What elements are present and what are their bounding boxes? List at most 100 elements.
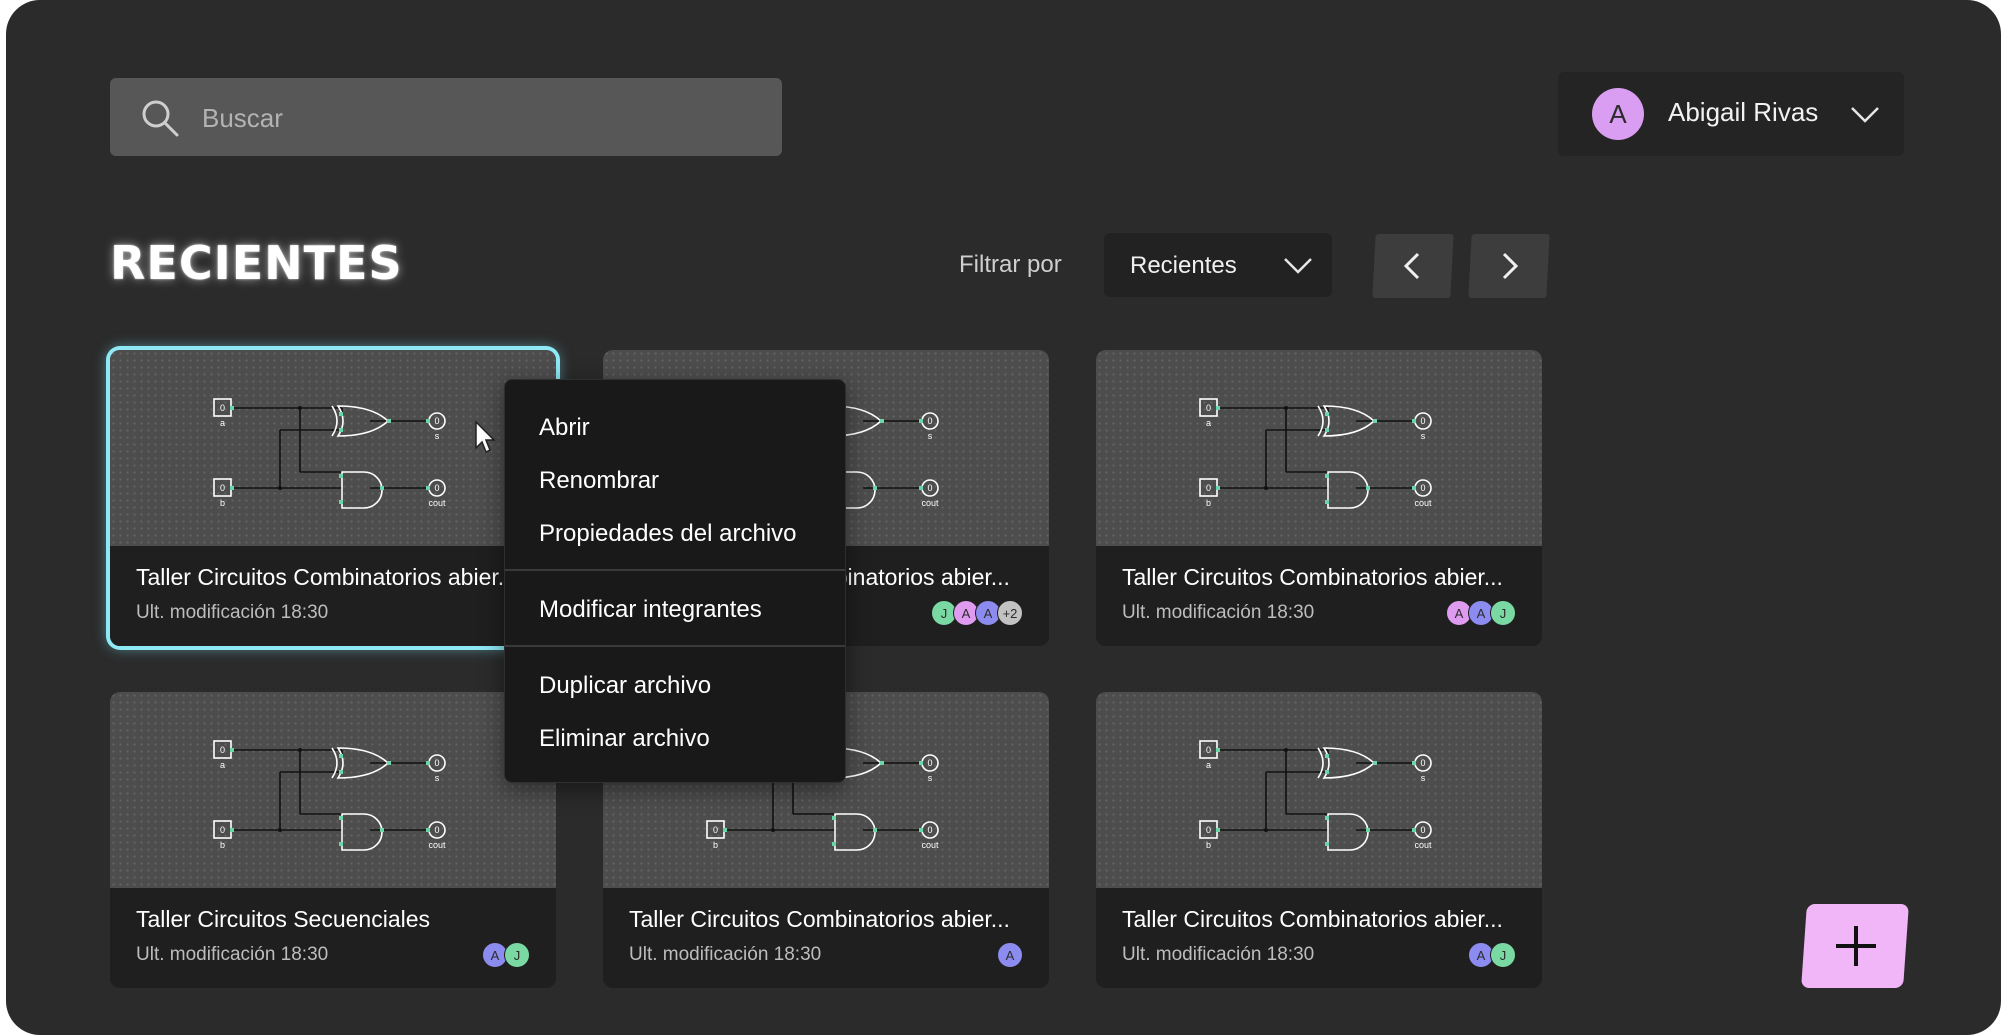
input-a-value: 0	[1206, 403, 1211, 413]
member-avatar: A	[997, 942, 1023, 968]
chevron-left-icon	[1403, 252, 1420, 280]
user-menu[interactable]: A Abigail Rivas	[1558, 72, 1904, 156]
app-window: A Abigail Rivas RECIENTES Filtrar por Re…	[6, 0, 2001, 1035]
output-s-value: 0	[434, 758, 439, 768]
filter-value: Recientes	[1130, 252, 1237, 279]
file-card[interactable]: 0 a 0 b 0 s 0 cout Taller Circuitos Comb…	[1096, 692, 1542, 988]
output-cout-value: 0	[434, 483, 439, 493]
card-date: Ult. modificación 18:30	[136, 602, 329, 623]
card-title: Taller Circuitos Secuenciales	[136, 906, 431, 932]
menu-item-properties[interactable]: Propiedades del archivo	[539, 520, 797, 548]
output-s-label: s	[1421, 773, 1426, 783]
input-b-value: 0	[1206, 483, 1211, 493]
member-avatar: J	[504, 942, 530, 968]
circuit-diagram: 0 a 0 b 0 s 0 cout	[213, 740, 446, 851]
search-bar[interactable]	[110, 78, 782, 158]
chevron-down-icon[interactable]	[1848, 98, 1882, 132]
input-b-value: 0	[220, 825, 225, 835]
card-date: Ult. modificación 18:30	[629, 944, 822, 965]
input-a-label: a	[1206, 760, 1211, 770]
card-date: Ult. modificación 18:30	[1122, 602, 1315, 623]
card-title: Taller Circuitos Combinatorios abier...	[1122, 906, 1503, 932]
output-cout-label: cout	[1414, 498, 1432, 508]
filter-label: Filtrar por	[959, 251, 1062, 278]
input-a-value: 0	[1206, 745, 1211, 755]
search-input[interactable]	[200, 78, 764, 158]
input-a-label: a	[220, 418, 225, 428]
menu-item-delete[interactable]: Eliminar archivo	[539, 725, 710, 753]
menu-item-duplicate[interactable]: Duplicar archivo	[539, 672, 711, 700]
page-title: RECIENTES	[110, 236, 403, 290]
output-cout-value: 0	[1420, 825, 1425, 835]
mouse-cursor-icon	[475, 420, 496, 454]
menu-divider	[505, 645, 845, 647]
input-a-label: a	[220, 760, 225, 770]
input-b-label: b	[1206, 498, 1211, 508]
output-s-label: s	[1421, 431, 1426, 441]
output-s-label: s	[928, 773, 933, 783]
chevron-right-icon	[1502, 252, 1519, 280]
card-title: Taller Circuitos Combinatorios abier...	[629, 906, 1010, 932]
circuit-thumbnail: 0 a 0 b 0 s 0 cout	[1096, 692, 1542, 888]
menu-item-rename[interactable]: Renombrar	[539, 467, 659, 495]
output-cout-value: 0	[1420, 483, 1425, 493]
card-info: Taller Circuitos Combinatorios abier... …	[110, 546, 556, 646]
output-cout-value: 0	[434, 825, 439, 835]
menu-item-members[interactable]: Modificar integrantes	[539, 596, 762, 624]
filter-dropdown[interactable]: Recientes	[1104, 233, 1332, 297]
card-date: Ult. modificación 18:30	[1122, 944, 1315, 965]
input-b-label: b	[220, 840, 225, 850]
card-members: A	[997, 942, 1023, 968]
prev-page-button[interactable]	[1372, 234, 1454, 298]
output-cout-label: cout	[428, 840, 446, 850]
context-menu: Abrir Renombrar Propiedades del archivo …	[504, 379, 846, 783]
output-s-label: s	[928, 431, 933, 441]
card-info: Taller Circuitos Combinatorios abier... …	[603, 888, 1049, 988]
output-s-value: 0	[927, 758, 932, 768]
output-cout-label: cout	[921, 498, 939, 508]
input-b-value: 0	[1206, 825, 1211, 835]
card-members: AAJ	[1446, 600, 1516, 626]
output-cout-label: cout	[921, 840, 939, 850]
output-s-value: 0	[927, 416, 932, 426]
input-b-label: b	[220, 498, 225, 508]
output-s-value: 0	[1420, 758, 1425, 768]
menu-item-open[interactable]: Abrir	[539, 414, 590, 442]
output-s-label: s	[435, 773, 440, 783]
user-avatar: A	[1592, 88, 1644, 140]
file-card[interactable]: 0 a 0 b 0 s 0 cout Taller Circuitos Secu…	[110, 692, 556, 988]
circuit-diagram: 0 a 0 b 0 s 0 cout	[1199, 398, 1432, 509]
user-name: Abigail Rivas	[1668, 97, 1819, 127]
file-card[interactable]: 0 a 0 b 0 s 0 cout Taller Circuitos Comb…	[110, 350, 556, 646]
search-icon	[142, 100, 179, 137]
output-cout-value: 0	[927, 483, 932, 493]
plus-icon	[1836, 926, 1876, 966]
output-s-value: 0	[1420, 416, 1425, 426]
card-info: Taller Circuitos Combinatorios abier... …	[1096, 546, 1542, 646]
output-cout-value: 0	[927, 825, 932, 835]
circuit-diagram: 0 a 0 b 0 s 0 cout	[1199, 740, 1432, 851]
card-members: AJ	[1468, 942, 1516, 968]
card-info: Taller Circuitos Combinatorios abier... …	[1096, 888, 1542, 988]
output-s-label: s	[435, 431, 440, 441]
add-file-button[interactable]	[1801, 904, 1909, 988]
input-a-value: 0	[220, 745, 225, 755]
member-avatar: +2	[997, 600, 1023, 626]
output-cout-label: cout	[1414, 840, 1432, 850]
circuit-thumbnail: 0 a 0 b 0 s 0 cout	[1096, 350, 1542, 546]
input-b-label: b	[713, 840, 718, 850]
card-title: Taller Circuitos Combinatorios abier...	[136, 564, 517, 590]
card-members: J A A +2	[931, 600, 1023, 626]
card-members: AJ	[482, 942, 530, 968]
menu-divider	[505, 569, 845, 571]
input-b-label: b	[1206, 840, 1211, 850]
input-a-value: 0	[220, 403, 225, 413]
next-page-button[interactable]	[1468, 234, 1550, 298]
input-a-label: a	[1206, 418, 1211, 428]
card-date: Ult. modificación 18:30	[136, 944, 329, 965]
card-title: Taller Circuitos Combinatorios abier...	[1122, 564, 1503, 590]
file-card[interactable]: 0 a 0 b 0 s 0 cout Taller Circuitos Comb…	[1096, 350, 1542, 646]
circuit-thumbnail: 0 a 0 b 0 s 0 cout	[110, 692, 556, 888]
card-info: Taller Circuitos Secuenciales Ult. modif…	[110, 888, 556, 988]
output-s-value: 0	[434, 416, 439, 426]
